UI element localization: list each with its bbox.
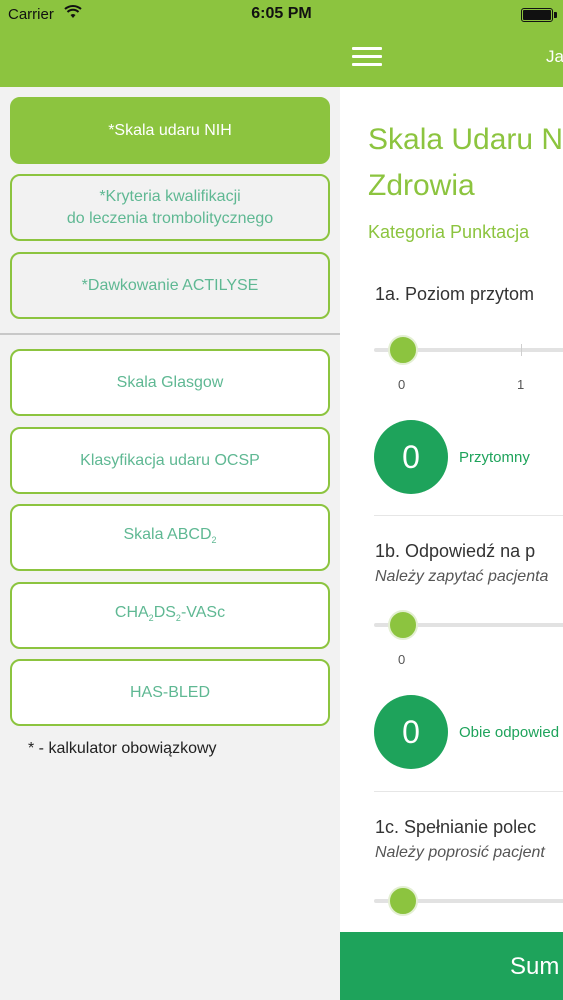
title-line-1: Skala Udaru N — [368, 123, 563, 156]
sidebar-item-label: *Dawkowanie ACTILYSE — [81, 276, 259, 294]
sidebar-item-label: *Skala udaru NIH — [108, 121, 232, 139]
tick-label: 0 — [398, 377, 406, 392]
label-subscript: 2 — [211, 535, 217, 546]
question-subtitle: Należy zapytać pacjenta — [375, 568, 549, 585]
sidebar-item-cha2ds2vasc[interactable]: CHA2DS2-VASc — [10, 582, 330, 649]
tick-label: 0 — [398, 652, 406, 667]
page-title: Skala Udaru N Zdrowia — [368, 117, 563, 209]
score-label: Przytomny — [459, 449, 530, 466]
battery-tip — [554, 12, 557, 18]
section-separator — [374, 791, 563, 792]
sidebar-item-label: *Kryteria kwalifikacji do leczenia tromb… — [67, 186, 273, 230]
sidebar-item-actilyse[interactable]: *Dawkowanie ACTILYSE — [10, 252, 330, 319]
question-title: 1b. Odpowiedź na p — [375, 541, 536, 561]
sidebar-item-label: Klasyfikacja udaru OCSP — [80, 451, 260, 469]
score-label: Obie odpowied — [459, 724, 560, 741]
sidebar-item-label: HAS-BLED — [129, 683, 211, 701]
score-circle: 0 — [374, 420, 448, 494]
sidebar: *Skala udaru NIH *Kryteria kwalifikacji … — [0, 87, 340, 1000]
status-time: 6:05 PM — [251, 5, 312, 22]
sidebar-item-glasgow[interactable]: Skala Glasgow — [10, 349, 330, 416]
label-line-2: do leczenia trombolitycznego — [66, 209, 274, 227]
label-part: -VASc — [180, 603, 226, 621]
menu-icon[interactable] — [352, 46, 382, 68]
slider-thumb[interactable] — [388, 610, 418, 640]
sum-button-label: Sum — [510, 953, 560, 980]
sidebar-item-thrombolysis[interactable]: *Kryteria kwalifikacji do leczenia tromb… — [10, 174, 330, 241]
sidebar-item-hasbled[interactable]: HAS-BLED — [10, 659, 330, 726]
slider-thumb[interactable] — [388, 886, 418, 916]
score-circle: 0 — [374, 695, 448, 769]
sidebar-item-label: Skala Glasgow — [116, 373, 224, 391]
label-text: Skala ABCD — [123, 525, 212, 543]
label-line-1: *Kryteria kwalifikacji — [99, 187, 241, 205]
slider-thumb[interactable] — [388, 335, 418, 365]
nav-right-label[interactable]: Ja — [546, 47, 563, 67]
section-separator — [374, 515, 563, 516]
tick-label: 1 — [517, 377, 525, 392]
nav-bar: Ja — [0, 30, 563, 87]
sidebar-item-nih[interactable]: *Skala udaru NIH — [10, 97, 330, 164]
label-part: CHA — [114, 603, 149, 621]
title-line-2: Zdrowia — [368, 169, 475, 202]
sum-button[interactable]: Sum — [340, 932, 563, 1000]
sidebar-item-label: Skala ABCD2 — [123, 524, 216, 551]
footnote: * - kalkulator obowiązkowy — [28, 740, 217, 757]
label-part: DS — [153, 603, 176, 621]
sidebar-item-ocsp[interactable]: Klasyfikacja udaru OCSP — [10, 427, 330, 494]
battery-icon — [521, 8, 553, 22]
sidebar-divider — [0, 333, 340, 335]
sidebar-item-abcd2[interactable]: Skala ABCD2 — [10, 504, 330, 571]
question-title: 1a. Poziom przytom — [375, 284, 535, 304]
question-subtitle: Należy poprosić pacjent — [375, 844, 545, 861]
question-title: 1c. Spełnianie polec — [375, 817, 537, 837]
category-header: Kategoria Punktacja — [368, 222, 530, 242]
sidebar-item-label: CHA2DS2-VASc — [115, 602, 225, 629]
slider-tick — [521, 344, 522, 356]
main-content: Skala Udaru N Zdrowia Kategoria Punktacj… — [340, 87, 563, 1000]
status-bar: Carrier 6:05 PM — [0, 0, 563, 30]
